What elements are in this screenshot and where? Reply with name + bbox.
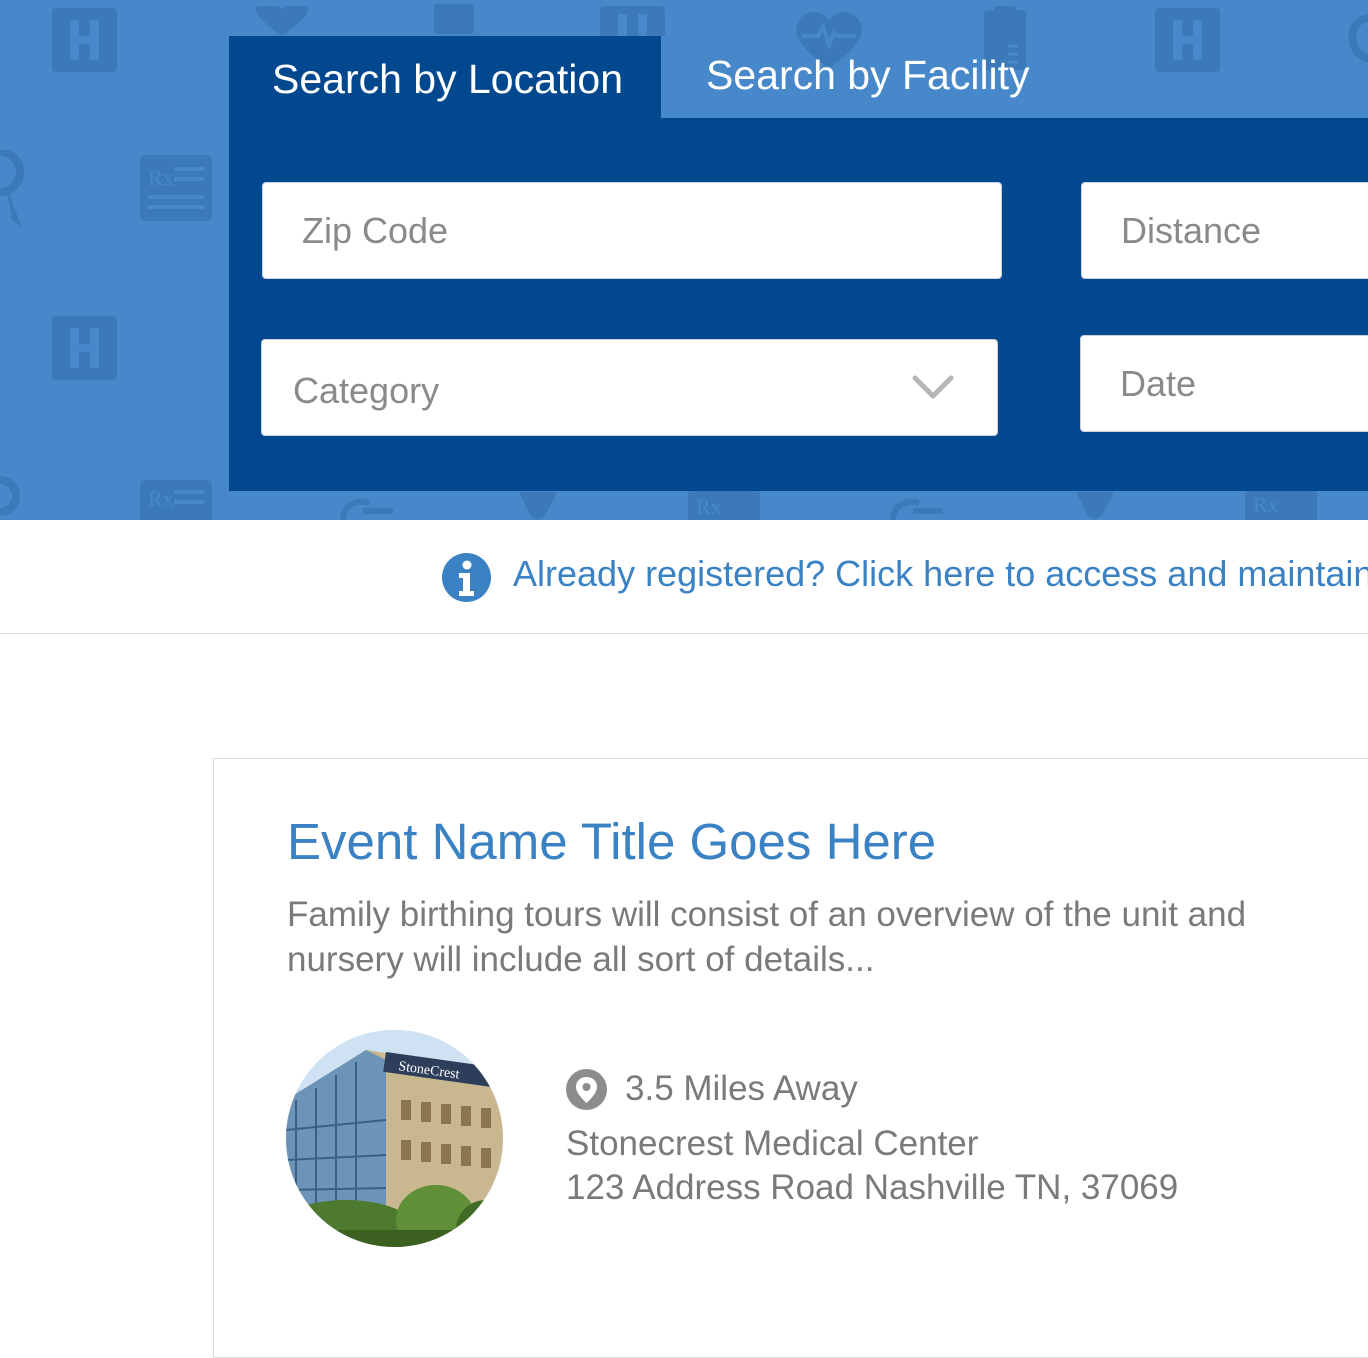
- medical-chart-icon: [434, 4, 474, 34]
- stethoscope-icon: [340, 498, 393, 520]
- svg-text:Rx: Rx: [148, 486, 174, 511]
- tab-search-by-facility-label: Search by Facility: [706, 52, 1030, 98]
- stethoscope-icon: [1348, 14, 1368, 62]
- svg-text:Rx: Rx: [696, 494, 722, 519]
- category-select-label: Category: [293, 370, 440, 411]
- event-title[interactable]: Event Name Title Goes Here: [287, 812, 936, 871]
- facility-photo: StoneCrest: [286, 1030, 503, 1247]
- zip-code-input[interactable]: [263, 183, 1001, 278]
- hospital-icon: [1155, 8, 1220, 72]
- map-pin-icon: [519, 492, 557, 520]
- registration-access-link[interactable]: Already registered? Click here to access…: [513, 553, 1368, 595]
- date-field[interactable]: [1080, 335, 1368, 432]
- heart-pulse-icon: [255, 6, 309, 36]
- tab-search-by-facility[interactable]: Search by Facility: [706, 52, 1030, 99]
- registration-notice: Already registered? Click here to access…: [0, 520, 1368, 634]
- event-distance: 3.5 Miles Away: [625, 1069, 858, 1108]
- facility-name: Stonecrest Medical Center: [566, 1124, 979, 1163]
- ribbon-icon: [0, 150, 24, 228]
- stethoscope-icon: [890, 498, 943, 520]
- svg-text:Rx: Rx: [148, 165, 174, 190]
- prescription-icon: Rx: [1245, 488, 1317, 520]
- tab-search-by-location[interactable]: Search by Location: [229, 36, 661, 119]
- zip-code-field[interactable]: [262, 182, 1002, 279]
- chevron-down-icon: [912, 375, 954, 399]
- search-hero: Rx Rx Rx Rx Search by Location Search by…: [0, 0, 1368, 520]
- distance-input[interactable]: [1082, 183, 1368, 278]
- hospital-icon: [52, 316, 117, 380]
- tab-search-by-location-label: Search by Location: [272, 56, 624, 102]
- category-select[interactable]: Category: [261, 339, 998, 436]
- event-description: Family birthing tours will consist of an…: [287, 895, 1247, 979]
- map-pin-icon: [566, 1069, 607, 1110]
- prescription-icon: Rx: [140, 155, 212, 221]
- distance-field[interactable]: [1081, 182, 1368, 279]
- info-icon: [442, 553, 491, 602]
- prescription-icon: Rx: [688, 490, 760, 520]
- prescription-icon: Rx: [140, 480, 212, 520]
- hospital-icon: [52, 8, 117, 72]
- ribbon-icon: [0, 476, 20, 516]
- date-input[interactable]: [1081, 336, 1368, 431]
- map-pin-icon: [1076, 492, 1114, 520]
- facility-address: 123 Address Road Nashville TN, 37069: [566, 1168, 1179, 1207]
- hospital-icon: [600, 6, 665, 36]
- svg-text:Rx: Rx: [1253, 492, 1279, 517]
